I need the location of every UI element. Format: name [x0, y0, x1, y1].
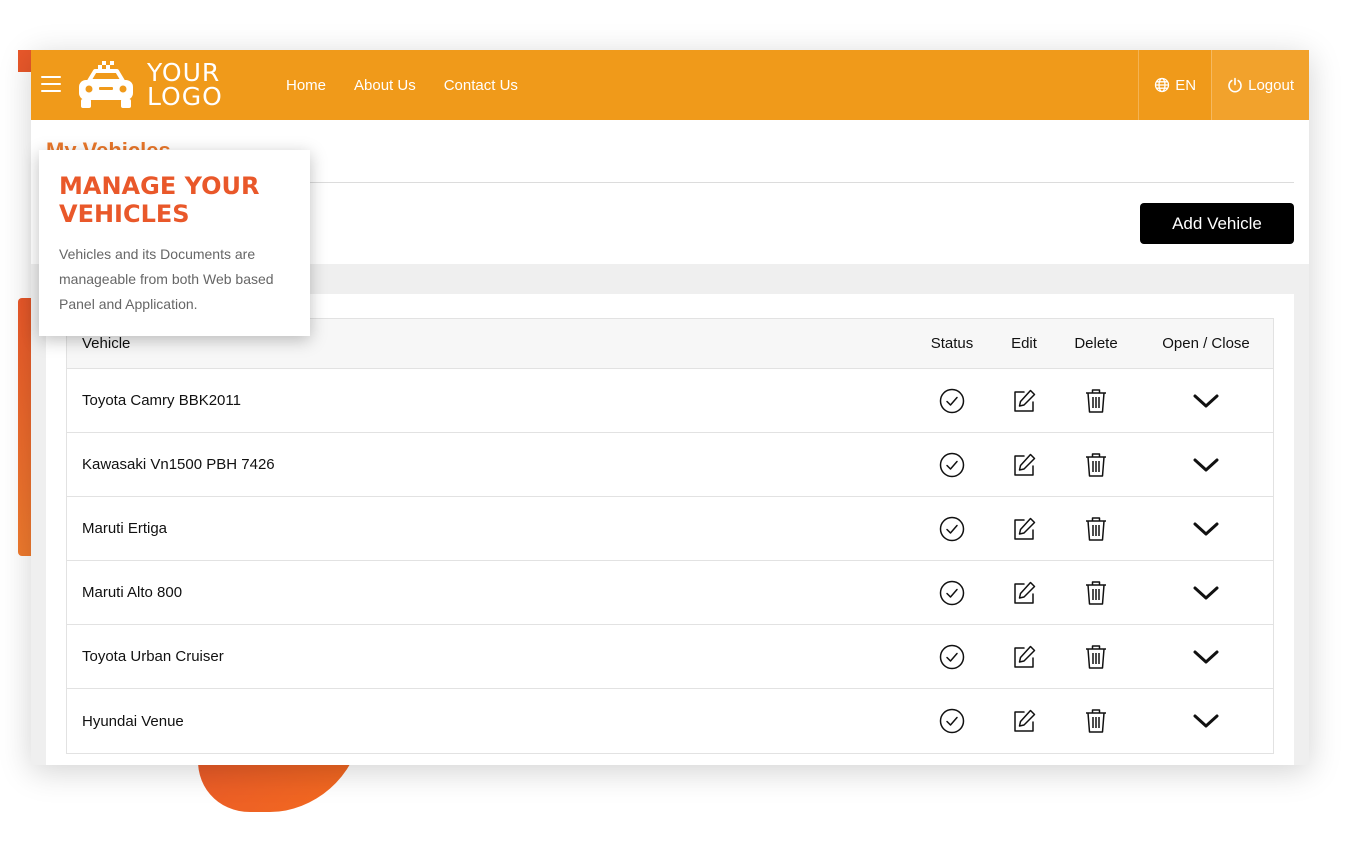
logout-label: Logout	[1248, 76, 1294, 94]
check-circle-icon[interactable]	[939, 452, 965, 478]
vehicle-name: Toyota Camry BBK2011	[82, 392, 241, 409]
language-switcher[interactable]: EN	[1138, 50, 1211, 120]
edit-icon[interactable]	[1011, 452, 1037, 478]
header-vehicle: Vehicle	[82, 335, 131, 352]
edit-icon[interactable]	[1011, 580, 1037, 606]
logo-text: YOUR LOGO	[147, 60, 223, 111]
check-circle-icon[interactable]	[939, 580, 965, 606]
hamburger-icon[interactable]	[41, 76, 61, 92]
trash-icon[interactable]	[1084, 452, 1108, 478]
table-row: Toyota Urban Cruiser	[67, 625, 1273, 689]
logo[interactable]: YOUR LOGO	[75, 58, 223, 112]
vehicle-name: Maruti Ertiga	[82, 520, 168, 537]
popup-body: Vehicles and its Documents are manageabl…	[59, 246, 274, 312]
edit-icon[interactable]	[1011, 644, 1037, 670]
header-delete: Delete	[1074, 335, 1118, 352]
table-row: Kawasaki Vn1500 PBH 7426	[67, 433, 1273, 497]
check-circle-icon[interactable]	[939, 644, 965, 670]
check-circle-icon[interactable]	[939, 388, 965, 414]
logo-line-2: LOGO	[147, 82, 223, 111]
chevron-down-icon[interactable]	[1192, 584, 1220, 602]
trash-icon[interactable]	[1084, 388, 1108, 414]
language-label: EN	[1175, 76, 1197, 94]
chevron-down-icon[interactable]	[1192, 456, 1220, 474]
chevron-down-icon[interactable]	[1192, 520, 1220, 538]
trash-icon[interactable]	[1084, 644, 1108, 670]
chevron-down-icon[interactable]	[1192, 648, 1220, 666]
chevron-down-icon[interactable]	[1192, 712, 1220, 730]
vehicles-card: Vehicle Status Edit Delete Open / Close …	[46, 294, 1294, 765]
popup-title-line-2: VEHICLES	[59, 200, 190, 228]
popup-title-line-1: MANAGE YOUR	[59, 172, 260, 200]
taxi-car-icon	[79, 61, 133, 108]
logout-button[interactable]: Logout	[1211, 50, 1309, 120]
edit-icon[interactable]	[1011, 388, 1037, 414]
nav-about-us[interactable]: About Us	[354, 77, 416, 94]
add-vehicle-button[interactable]: Add Vehicle	[1140, 203, 1294, 244]
header-status: Status	[930, 335, 974, 352]
trash-icon[interactable]	[1084, 516, 1108, 542]
feature-popup: MANAGE YOUR VEHICLES Vehicles and its Do…	[39, 150, 310, 336]
main-nav: Home About Us Contact Us	[286, 50, 546, 120]
table-body: Toyota Camry BBK2011 Kawasaki Vn1500 PBH…	[67, 369, 1273, 753]
edit-icon[interactable]	[1011, 708, 1037, 734]
nav-home[interactable]: Home	[286, 77, 326, 94]
power-icon	[1228, 77, 1242, 93]
chevron-down-icon[interactable]	[1192, 392, 1220, 410]
check-circle-icon[interactable]	[939, 516, 965, 542]
popup-title: MANAGE YOUR VEHICLES	[59, 172, 290, 228]
vehicle-name: Maruti Alto 800	[82, 584, 183, 601]
nav-contact-us[interactable]: Contact Us	[444, 77, 518, 94]
header-open-close: Open / Close	[1162, 335, 1250, 352]
stage: YOUR LOGO Home About Us Contact Us EN Lo…	[0, 0, 1348, 843]
vehicles-table: Vehicle Status Edit Delete Open / Close …	[66, 318, 1274, 754]
trash-icon[interactable]	[1084, 580, 1108, 606]
vehicle-name: Kawasaki Vn1500 PBH 7426	[82, 456, 275, 473]
edit-icon[interactable]	[1011, 516, 1037, 542]
trash-icon[interactable]	[1084, 708, 1108, 734]
vehicle-name: Toyota Urban Cruiser	[82, 648, 224, 665]
header-actions: EN Logout	[1138, 50, 1309, 120]
check-circle-icon[interactable]	[939, 708, 965, 734]
table-row: Maruti Ertiga	[67, 497, 1273, 561]
table-row: Maruti Alto 800	[67, 561, 1273, 625]
top-header: YOUR LOGO Home About Us Contact Us EN Lo…	[31, 50, 1309, 120]
globe-icon	[1155, 77, 1170, 93]
vehicle-name: Hyundai Venue	[82, 712, 184, 730]
table-row: Hyundai Venue	[67, 689, 1273, 753]
table-row: Toyota Camry BBK2011	[67, 369, 1273, 433]
header-edit: Edit	[1011, 335, 1037, 352]
